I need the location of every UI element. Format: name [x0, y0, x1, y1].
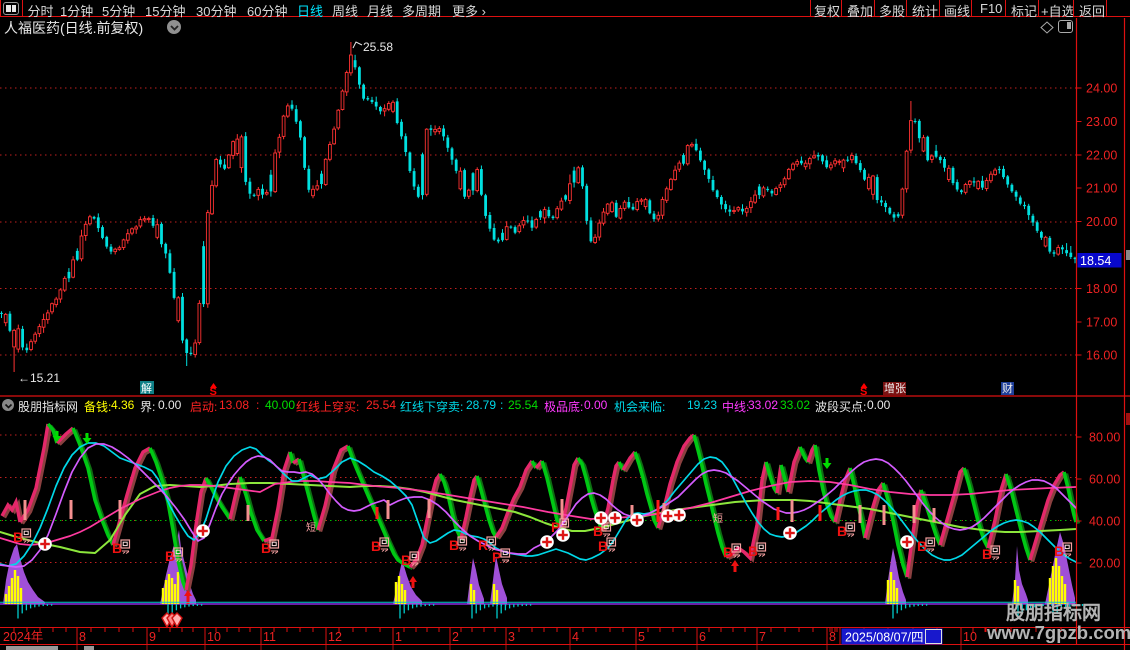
svg-text:10: 10 [207, 630, 221, 644]
svg-text:←15.21: ←15.21 [18, 371, 60, 385]
svg-text:21.00: 21.00 [1086, 182, 1117, 196]
svg-text:股朋指标网: 股朋指标网 [1006, 602, 1101, 624]
svg-text:80.00: 80.00 [1089, 431, 1120, 445]
svg-text:20.00: 20.00 [1086, 215, 1117, 229]
svg-text:16.00: 16.00 [1086, 349, 1117, 363]
svg-text:www.7gpzb.com: www.7gpzb.com [986, 622, 1130, 643]
svg-text:1: 1 [395, 630, 402, 644]
svg-text:8: 8 [79, 630, 86, 644]
svg-text:财: 财 [1002, 381, 1013, 395]
svg-text:18.00: 18.00 [1086, 282, 1117, 296]
svg-text:4: 4 [572, 630, 579, 644]
svg-text:2024年: 2024年 [3, 630, 43, 644]
svg-text:40.00: 40.00 [1089, 515, 1120, 529]
svg-text:P: P [492, 549, 501, 565]
svg-text:12: 12 [328, 630, 342, 644]
svg-text:6: 6 [699, 630, 706, 644]
svg-text:20.00: 20.00 [1089, 557, 1120, 571]
svg-text:短: 短 [713, 512, 723, 525]
svg-text:8: 8 [829, 630, 836, 644]
svg-text:5: 5 [638, 630, 645, 644]
svg-text:增张: 增张 [884, 381, 906, 395]
svg-text:17.00: 17.00 [1086, 316, 1117, 330]
svg-text:23.00: 23.00 [1086, 115, 1117, 129]
svg-text:3: 3 [508, 630, 515, 644]
svg-text:2025/08/07/四: 2025/08/07/四 [845, 631, 924, 645]
svg-text:2: 2 [452, 630, 459, 644]
svg-text:25.58: 25.58 [363, 40, 393, 54]
svg-text:短: 短 [306, 521, 316, 534]
svg-text:7: 7 [759, 630, 766, 644]
svg-text:9: 9 [149, 630, 156, 644]
svg-text:24.00: 24.00 [1086, 82, 1117, 96]
svg-text:60.00: 60.00 [1089, 473, 1120, 487]
svg-text:解: 解 [141, 381, 152, 395]
svg-text:18.54: 18.54 [1080, 254, 1111, 268]
svg-text:10: 10 [963, 630, 977, 644]
svg-text:22.00: 22.00 [1086, 149, 1117, 163]
svg-text:11: 11 [263, 630, 276, 644]
